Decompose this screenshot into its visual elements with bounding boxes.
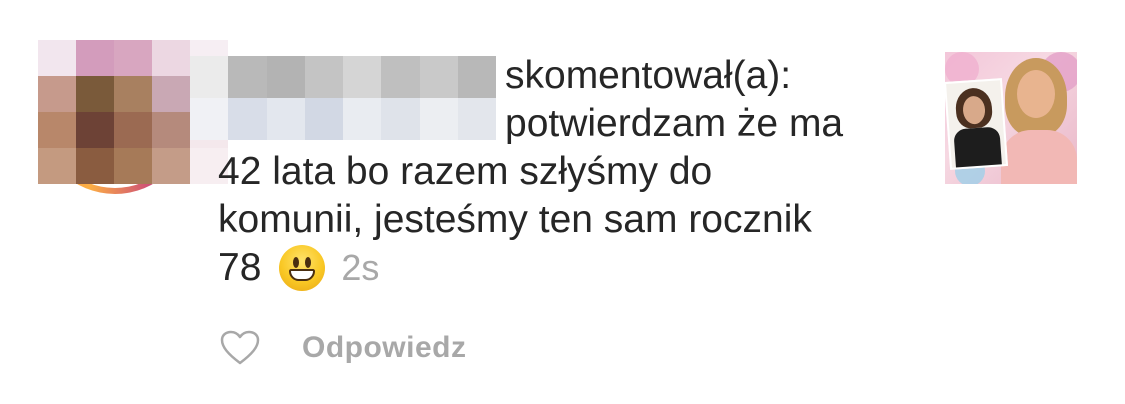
comment-action-text: skomentował(a): — [505, 54, 792, 97]
avatar-censor-pixelation — [0, 0, 228, 184]
comment-actions: Odpowiedz — [220, 330, 467, 366]
post-thumbnail[interactable] — [945, 52, 1077, 184]
comment-last-line: 78 2s — [218, 244, 379, 292]
comment-timestamp: 2s — [341, 247, 380, 288]
comment-line: komunii, jesteśmy ten sam rocznik — [218, 198, 812, 241]
reply-button[interactable]: Odpowiedz — [302, 331, 467, 365]
comment-line: 42 lata bo razem szłyśmy do — [218, 150, 713, 193]
comment-line: 78 — [218, 246, 262, 289]
inset-photo — [945, 78, 1008, 170]
comment-line: potwierdzam że ma — [505, 102, 844, 145]
username-censor-pixelation — [190, 56, 496, 140]
heart-outline-icon[interactable] — [220, 330, 260, 366]
grinning-face-emoji — [279, 245, 326, 291]
